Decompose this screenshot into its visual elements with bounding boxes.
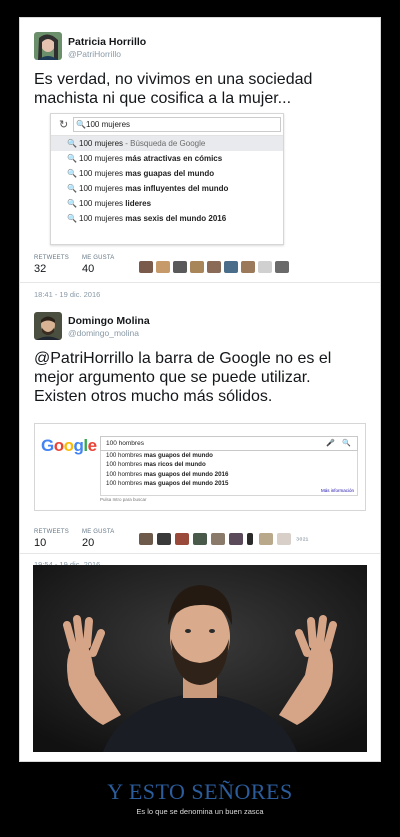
suggestion-completion: mas guapos del mundo (143, 452, 213, 459)
meme-caption: Y ESTO SEÑORES (107, 779, 293, 804)
tweet-text: Es verdad, no vivimos en una sociedad ma… (34, 71, 313, 107)
liker-avatar[interactable] (229, 533, 243, 545)
suggestion-base: 100 hombres (106, 479, 144, 487)
suggestion-completion: lideres (125, 199, 152, 208)
display-name[interactable]: Patricia Horrillo (68, 36, 146, 48)
google-suggestion[interactable]: 100 hombres mas ricos del mundo (101, 460, 357, 469)
reload-icon: ↻ (59, 119, 69, 131)
suggestion-item[interactable]: 🔍 100 mujeres mas sexis del mundo 2016 (51, 211, 283, 226)
likes-label: ME GUSTA (82, 529, 115, 535)
retweets-label: RETWEETS (34, 529, 69, 535)
google-query: 100 hombres (106, 440, 144, 447)
search-hint: Pulsa Intro para buscar (100, 497, 147, 502)
liker-avatar[interactable] (173, 261, 187, 273)
address-bar: ↻ 🔍 100 mujeres (51, 114, 283, 136)
suggestion-base: 100 hombres (106, 470, 144, 478)
liker-avatar[interactable] (139, 533, 153, 545)
likers-more[interactable]: ₃₀₂₁ (296, 533, 308, 542)
search-icon: 🔍 (67, 184, 77, 193)
liker-avatar[interactable] (175, 533, 189, 545)
suggestion-completion: mas ricos del mundo (143, 461, 206, 469)
tweet-timestamp[interactable]: 18:41 - 19 dic. 2016 (34, 290, 100, 299)
search-icon[interactable]: 🔍 (342, 437, 351, 450)
divider (20, 282, 380, 283)
meme-subcaption: Es lo que se denomina un buen zasca (136, 807, 264, 816)
likers-row (139, 261, 299, 273)
suggestion-item[interactable]: 🔍 100 mujeres mas influyentes del mundo (51, 181, 283, 196)
suggestion-completion: mas guapos del mundo 2015 (143, 479, 229, 487)
liker-avatar[interactable] (277, 533, 291, 545)
user-handle[interactable]: @PatriHorrillo (68, 49, 121, 59)
user-handle[interactable]: @domingo_molina (68, 328, 139, 338)
liker-avatar[interactable] (241, 261, 255, 273)
liker-avatar[interactable] (190, 261, 204, 273)
omnibox-input[interactable]: 🔍 100 mujeres (73, 117, 281, 132)
liker-avatar[interactable] (275, 261, 289, 273)
liker-avatar[interactable] (211, 533, 225, 545)
display-name[interactable]: Domingo Molina (68, 315, 150, 327)
google-search-input[interactable]: 100 hombres 🎤 🔍 (100, 436, 358, 451)
suggestion-base: 100 mujeres (79, 214, 126, 223)
liker-avatar[interactable] (259, 533, 273, 545)
google-suggestion-list: 100 hombres mas guapos del mundo 100 homb… (100, 451, 358, 496)
google-suggestion[interactable]: 100 hombres mas guapos del mundo (101, 451, 357, 460)
suggestion-item[interactable]: 🔍 100 mujeres - Búsqueda de Google (51, 136, 283, 151)
liker-avatar[interactable] (156, 261, 170, 273)
suggestion-list: 🔍 100 mujeres - Búsqueda de Google 🔍 100 mu… (51, 136, 283, 226)
google-search-box: Google 100 hombres 🎤 🔍 100 hombres mas g… (34, 423, 366, 511)
avatar[interactable] (34, 32, 62, 60)
mic-icon[interactable]: 🎤 (326, 437, 335, 450)
tweet-patricia: Patricia Horrillo @PatriHorrillo Es verd… (20, 18, 380, 303)
google-suggestion[interactable]: 100 hombres mas guapos del mundo 2016 (101, 470, 357, 479)
avatar[interactable] (34, 312, 62, 340)
suggestion-base: 100 mujeres (79, 184, 126, 193)
search-icon: 🔍 (67, 214, 77, 223)
search-icon: 🔍 (67, 154, 77, 163)
suggestion-base: 100 mujeres (79, 199, 126, 208)
suggestion-base: 100 mujeres (79, 154, 126, 163)
liker-avatar[interactable] (139, 261, 153, 273)
suggestion-completion: más atractivas en cómics (125, 154, 223, 163)
likes-count[interactable]: 40 (82, 263, 94, 275)
tweet-domingo: Domingo Molina @domingo_molina @PatriHor… (20, 305, 380, 578)
liker-avatar[interactable] (157, 533, 171, 545)
retweets-count[interactable]: 10 (34, 537, 46, 549)
suggestion-base: 100 mujeres (79, 169, 126, 178)
liker-avatar[interactable] (207, 261, 221, 273)
liker-avatar[interactable] (258, 261, 272, 273)
likes-count[interactable]: 20 (82, 537, 94, 549)
meme-frame: Patricia Horrillo @PatriHorrillo Es verd… (19, 17, 381, 762)
google-suggestion[interactable]: 100 hombres mas guapos del mundo 2015 (101, 479, 357, 488)
retweets-count[interactable]: 32 (34, 263, 46, 275)
suggestion-completion: mas sexis del mundo 2016 (125, 214, 227, 223)
search-icon: 🔍 (76, 120, 86, 129)
suggestion-item[interactable]: 🔍 100 mujeres más atractivas en cómics (51, 151, 283, 166)
search-icon: 🔍 (67, 139, 77, 148)
suggestion-completion: - Búsqueda de Google (123, 139, 206, 148)
divider (20, 553, 380, 554)
liker-avatar[interactable] (247, 533, 253, 545)
reaction-video-still (33, 565, 367, 752)
omnibox-query: 100 mujeres (86, 120, 131, 129)
suggestion-item[interactable]: 🔍 100 mujeres lideres (51, 196, 283, 211)
suggestion-base: 100 hombres (106, 452, 144, 459)
liker-avatar[interactable] (224, 261, 238, 273)
retweets-label: RETWEETS (34, 255, 69, 261)
suggestion-item[interactable]: 🔍 100 mujeres mas guapas del mundo (51, 166, 283, 181)
suggestion-base: 100 mujeres (79, 139, 124, 148)
google-logo: Google (41, 436, 97, 455)
liker-avatar[interactable] (193, 533, 207, 545)
tweet-text: @PatriHorrillo la barra de Google no es … (34, 350, 332, 405)
suggestion-base: 100 hombres (106, 461, 144, 469)
suggestion-completion: mas guapos del mundo 2016 (143, 470, 229, 478)
browser-suggestion-box: ↻ 🔍 100 mujeres 🔍 100 mujeres - Búsqueda … (50, 113, 284, 245)
search-icon: 🔍 (67, 169, 77, 178)
suggestion-completion: mas influyentes del mundo (125, 184, 229, 193)
more-info-link[interactable]: Más información (321, 487, 354, 495)
likes-label: ME GUSTA (82, 255, 115, 261)
search-icon: 🔍 (67, 199, 77, 208)
suggestion-completion: mas guapas del mundo (125, 169, 215, 178)
likers-row: ₃₀₂₁ (139, 533, 319, 545)
